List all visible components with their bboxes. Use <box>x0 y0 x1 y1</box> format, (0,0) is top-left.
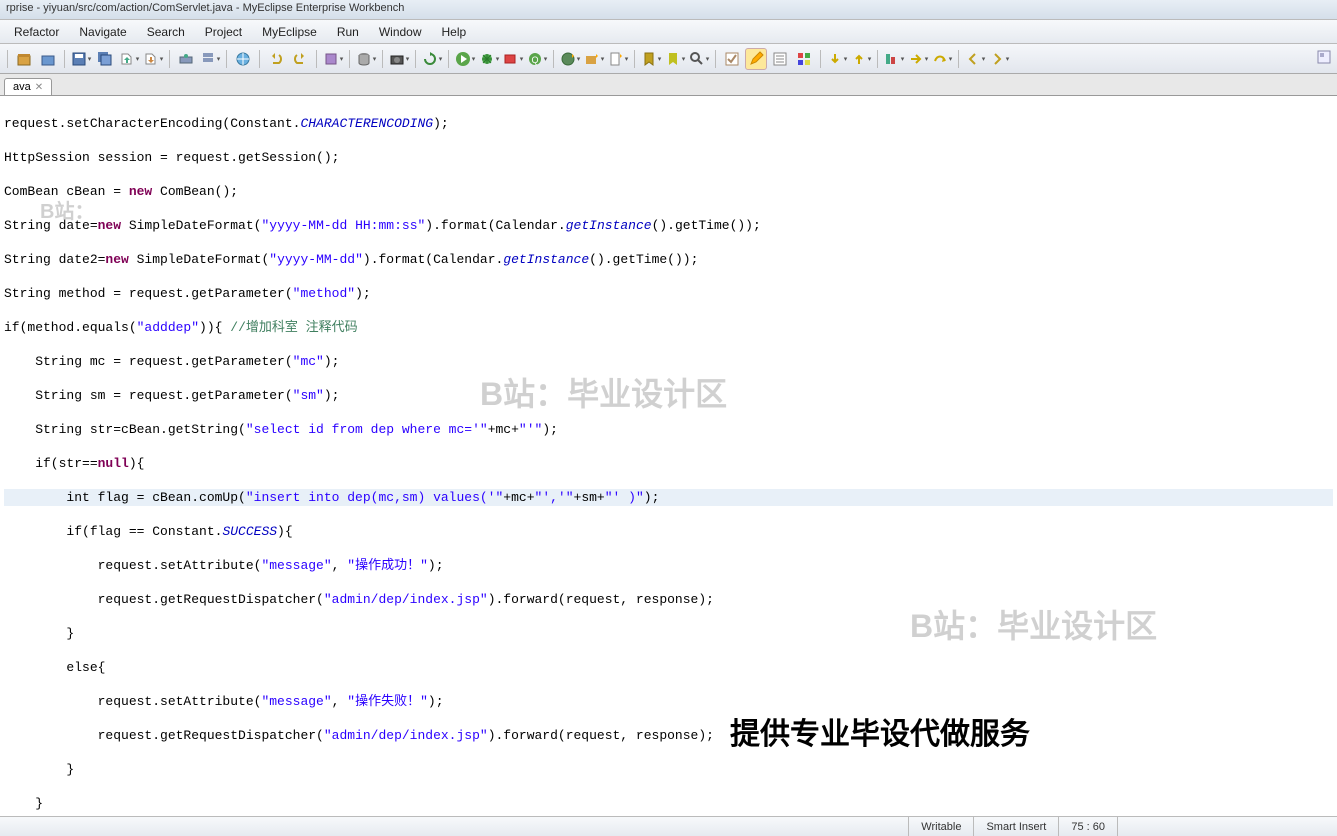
code-line: if(method.equals("adddep")){ //增加科室 注释代码 <box>4 319 1333 336</box>
undo-icon[interactable] <box>265 48 287 70</box>
separator <box>415 50 416 68</box>
separator <box>259 50 260 68</box>
status-insert-mode[interactable]: Smart Insert <box>973 817 1058 836</box>
debug-icon[interactable]: ▾ <box>478 48 500 70</box>
code-line: else{ <box>4 659 1333 676</box>
package-icon[interactable] <box>13 48 35 70</box>
new-class-icon[interactable]: ▾ <box>559 48 581 70</box>
new-package-icon[interactable]: ▾ <box>583 48 605 70</box>
save-icon[interactable]: ▾ <box>70 48 92 70</box>
db-icon[interactable]: ▾ <box>355 48 377 70</box>
coverage-icon[interactable]: ▾ <box>883 48 905 70</box>
separator <box>382 50 383 68</box>
status-cursor-position[interactable]: 75 : 60 <box>1058 817 1117 836</box>
separator <box>820 50 821 68</box>
separator <box>553 50 554 68</box>
step-over-icon[interactable]: ▾ <box>931 48 953 70</box>
code-line: request.setAttribute("message", "操作成功！")… <box>4 557 1333 574</box>
separator <box>715 50 716 68</box>
code-line: String sm = request.getParameter("sm"); <box>4 387 1333 404</box>
menu-window[interactable]: Window <box>369 22 432 42</box>
menu-project[interactable]: Project <box>195 22 252 42</box>
deploy-icon[interactable] <box>175 48 197 70</box>
code-editor[interactable]: request.setCharacterEncoding(Constant.CH… <box>0 96 1337 818</box>
close-icon[interactable]: ✕ <box>35 82 43 93</box>
menu-bar: Refactor Navigate Search Project MyEclip… <box>0 20 1337 44</box>
code-line: request.setAttribute("message", "操作失败！")… <box>4 693 1333 710</box>
window-title: rprise - yiyuan/src/com/action/ComServle… <box>0 0 1337 20</box>
status-bar: Writable Smart Insert 75 : 60 <box>0 816 1337 836</box>
menu-myeclipse[interactable]: MyEclipse <box>252 22 327 42</box>
menu-navigate[interactable]: Navigate <box>69 22 136 42</box>
menu-run[interactable]: Run <box>327 22 369 42</box>
code-line: if(flag == Constant.SUCCESS){ <box>4 523 1333 540</box>
code-line: request.getRequestDispatcher("admin/dep/… <box>4 591 1333 608</box>
camera-icon[interactable]: ▾ <box>388 48 410 70</box>
forward-icon[interactable]: ▾ <box>988 48 1010 70</box>
editor-tab-bar: ava ✕ <box>0 74 1337 96</box>
export-icon[interactable]: ▾ <box>142 48 164 70</box>
run-icon[interactable]: ▾ <box>454 48 476 70</box>
open-perspective-icon[interactable] <box>1313 46 1335 68</box>
tab-label: ava <box>13 81 31 93</box>
menu-help[interactable]: Help <box>432 22 477 42</box>
code-line: request.setCharacterEncoding(Constant.CH… <box>4 115 1333 132</box>
tools-icon[interactable]: ▾ <box>322 48 344 70</box>
status-extra <box>1117 817 1337 836</box>
advertisement-text: 提供专业毕设代做服务 <box>730 726 1030 743</box>
save-all-icon[interactable] <box>94 48 116 70</box>
menu-search[interactable]: Search <box>137 22 195 42</box>
palette-icon[interactable] <box>793 48 815 70</box>
outline-icon[interactable] <box>769 48 791 70</box>
separator <box>64 50 65 68</box>
run-class-icon[interactable]: Q▾ <box>526 48 548 70</box>
perspective-bar <box>1313 46 1335 68</box>
search-icon[interactable]: ▾ <box>688 48 710 70</box>
separator <box>349 50 350 68</box>
back-icon[interactable]: ▾ <box>964 48 986 70</box>
separator <box>958 50 959 68</box>
code-line: String date=new SimpleDateFormat("yyyy-M… <box>4 217 1333 234</box>
task-icon[interactable] <box>721 48 743 70</box>
import-icon[interactable]: ▾ <box>118 48 140 70</box>
code-line: ComBean cBean = new ComBean(); <box>4 183 1333 200</box>
svg-text:Q: Q <box>531 55 538 65</box>
separator <box>7 50 8 68</box>
server-icon[interactable]: ▾ <box>199 48 221 70</box>
code-line: String mc = request.getParameter("mc"); <box>4 353 1333 370</box>
status-writable[interactable]: Writable <box>908 817 973 836</box>
bookmark-icon[interactable]: ▾ <box>640 48 662 70</box>
external-icon[interactable]: ▾ <box>502 48 524 70</box>
browser-icon[interactable] <box>232 48 254 70</box>
separator <box>877 50 878 68</box>
code-line: } <box>4 795 1333 812</box>
redo-icon[interactable] <box>289 48 311 70</box>
step-into-icon[interactable]: ▾ <box>907 48 929 70</box>
separator <box>169 50 170 68</box>
pencil-icon[interactable] <box>745 48 767 70</box>
code-line: String date2=new SimpleDateFormat("yyyy-… <box>4 251 1333 268</box>
separator <box>316 50 317 68</box>
marker-icon[interactable]: ▾ <box>664 48 686 70</box>
code-line: if(str==null){ <box>4 455 1333 472</box>
main-toolbar: ▾ ▾ ▾ ▾ ▾ ▾ ▾ ▾ ▾ ▾ ▾ Q▾ ▾ ▾ ▾ ▾ ▾ ▾ ▾ ▾… <box>0 44 1337 74</box>
next-annotation-icon[interactable]: ▾ <box>826 48 848 70</box>
editor-tab[interactable]: ava ✕ <box>4 78 52 95</box>
menu-refactor[interactable]: Refactor <box>4 22 69 42</box>
code-line: request.getRequestDispatcher("admin/dep/… <box>4 727 1333 744</box>
code-line-current: int flag = cBean.comUp("insert into dep(… <box>4 489 1333 506</box>
refresh-icon[interactable]: ▾ <box>421 48 443 70</box>
code-line: } <box>4 761 1333 778</box>
separator <box>226 50 227 68</box>
prev-annotation-icon[interactable]: ▾ <box>850 48 872 70</box>
code-line: } <box>4 625 1333 642</box>
separator <box>634 50 635 68</box>
code-line: HttpSession session = request.getSession… <box>4 149 1333 166</box>
package-alt-icon[interactable] <box>37 48 59 70</box>
new-icon[interactable]: ▾ <box>607 48 629 70</box>
code-line: String str=cBean.getString("select id fr… <box>4 421 1333 438</box>
separator <box>448 50 449 68</box>
code-line: String method = request.getParameter("me… <box>4 285 1333 302</box>
